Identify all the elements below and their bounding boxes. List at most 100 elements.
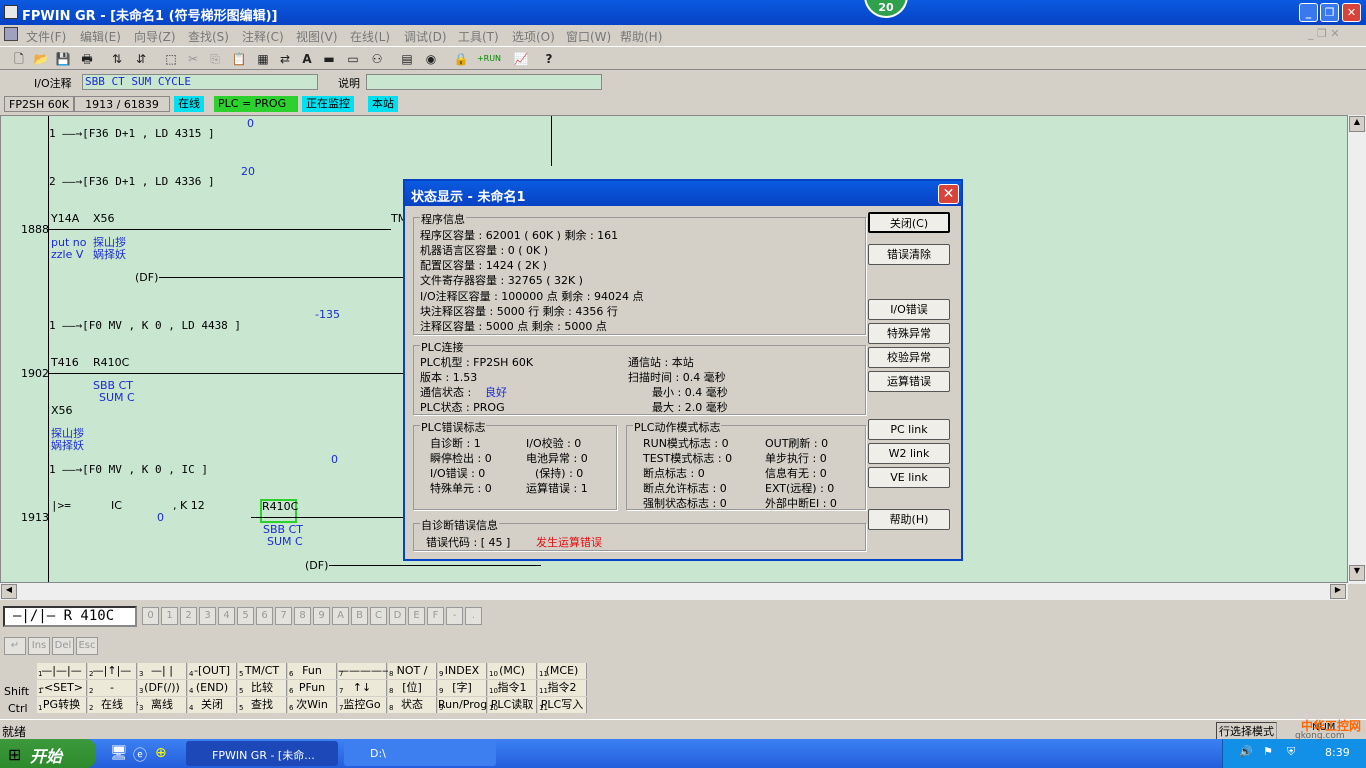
fkey-row1-10[interactable]: (MC) 10 xyxy=(488,663,537,679)
task-fpwin[interactable]: FPWIN GR - [未命... xyxy=(186,741,338,766)
pc-link-button[interactable]: PC link xyxy=(868,419,950,440)
key-7[interactable]: 7 xyxy=(275,607,292,625)
menu-edit[interactable]: 编辑(E) xyxy=(80,28,121,45)
operation-error-button[interactable]: 运算错误 xyxy=(868,371,950,392)
rung-line-1[interactable]: 1 ——→[F36 D+1 , LD 4315 ] xyxy=(49,128,215,140)
run-icon[interactable]: +RUN xyxy=(476,50,502,68)
key-dot[interactable]: . xyxy=(465,607,482,625)
network-icon[interactable]: ⚑ xyxy=(1263,745,1273,758)
fkey-row2-4[interactable]: (END) 4 xyxy=(188,680,237,696)
ins-key[interactable]: Ins xyxy=(28,637,50,655)
task-explorer[interactable]: D:\ xyxy=(344,741,496,766)
compare-instruction[interactable]: |>= xyxy=(51,500,71,512)
volume-icon[interactable]: 🔊 xyxy=(1239,745,1253,758)
menu-window[interactable]: 窗口(W) xyxy=(566,28,611,45)
contact-x56b[interactable]: X56 xyxy=(51,405,73,417)
paste-icon[interactable]: 📋 xyxy=(230,50,248,68)
fkey-row3-10[interactable]: PLC读取 10 xyxy=(488,697,537,713)
fkey-row3-9[interactable]: Run/Prog 9 xyxy=(438,697,487,713)
fkey-row3-11[interactable]: PLC写入 11 xyxy=(538,697,587,713)
fkey-row1-11[interactable]: (MCE) 11 xyxy=(538,663,587,679)
scroll-left-icon[interactable]: ◀ xyxy=(1,584,17,599)
fkey-row2-10[interactable]: 指令1 10 xyxy=(488,680,537,696)
horizontal-scrollbar[interactable]: ◀ ▶ xyxy=(0,583,1348,600)
compare-operand-ic[interactable]: IC xyxy=(111,500,122,512)
w2-link-button[interactable]: W2 link xyxy=(868,443,950,464)
menu-file[interactable]: 文件(F) xyxy=(26,28,66,45)
ie-icon[interactable]: ⓔ xyxy=(133,745,147,765)
contact-t416[interactable]: T416 xyxy=(51,357,79,369)
key-1[interactable]: 1 xyxy=(161,607,178,625)
contact-y14a[interactable]: Y14A xyxy=(51,213,79,225)
menu-view[interactable]: 视图(V) xyxy=(296,28,338,45)
menu-options[interactable]: 选项(O) xyxy=(512,28,555,45)
fkey-row2-7[interactable]: ↑↓ 7 xyxy=(338,680,387,696)
dialog-close-icon[interactable]: ✕ xyxy=(938,184,959,204)
chart-icon[interactable]: 📈 xyxy=(512,50,530,68)
key-6[interactable]: 6 xyxy=(256,607,273,625)
del-key[interactable]: Del xyxy=(52,637,74,655)
menu-help[interactable]: 帮助(H) xyxy=(620,28,662,45)
key-e[interactable]: E xyxy=(408,607,425,625)
fkey-row2-3[interactable]: (DF(/)) 3 xyxy=(138,680,187,696)
fkey-row3-2[interactable]: 在线 2 xyxy=(88,697,137,713)
text-icon[interactable]: A xyxy=(298,50,316,68)
contact-x56[interactable]: X56 xyxy=(93,213,115,225)
key-3[interactable]: 3 xyxy=(199,607,216,625)
io-error-button[interactable]: I/O错误 xyxy=(868,299,950,320)
fkey-row2-11[interactable]: 指令2 11 xyxy=(538,680,587,696)
security-icon[interactable]: ⛨ xyxy=(1287,745,1295,759)
clear-error-button[interactable]: 错误清除 xyxy=(868,244,950,265)
esc-key[interactable]: Esc xyxy=(76,637,98,655)
verify-error-button[interactable]: 校验异常 xyxy=(868,347,950,368)
menu-comment[interactable]: 注释(C) xyxy=(242,28,284,45)
key-minus[interactable]: - xyxy=(446,607,463,625)
contact-r410c-2[interactable]: R410C xyxy=(262,501,298,513)
key-2[interactable]: 2 xyxy=(180,607,197,625)
fkey-row1-7[interactable]: ————— 7 xyxy=(338,663,393,679)
menu-online[interactable]: 在线(L) xyxy=(350,28,390,45)
menu-wizard[interactable]: 向导(Z) xyxy=(134,28,176,45)
fkey-row2-5[interactable]: 比较 5 xyxy=(238,680,287,696)
restore-button[interactable]: ❐ xyxy=(1320,3,1339,22)
fkey-row2-1[interactable]: -<SET> 1 xyxy=(37,680,87,696)
df-instruction-1[interactable]: (DF) xyxy=(135,272,158,284)
binoculars-icon[interactable]: ⚇ xyxy=(368,50,386,68)
key-c[interactable]: C xyxy=(370,607,387,625)
fkey-row1-1[interactable]: —|—|— 1 xyxy=(37,663,87,679)
instruction-input[interactable]: —|/|— R 410C xyxy=(3,606,137,627)
download-icon[interactable]: ⇵ xyxy=(132,50,150,68)
fkey-row3-4[interactable]: 关闭 4 xyxy=(188,697,237,713)
fkey-row2-9[interactable]: [字] 9 xyxy=(438,680,487,696)
special-error-button[interactable]: 特殊异常 xyxy=(868,323,950,344)
key-a[interactable]: A xyxy=(332,607,349,625)
fkey-row1-5[interactable]: TM/CT 5 xyxy=(238,663,287,679)
rung-line-4[interactable]: 1 ——→[F0 MV , K 0 , IC ] xyxy=(49,464,208,476)
contact-r410c[interactable]: R410C xyxy=(93,357,129,369)
print-icon[interactable]: 🖶 xyxy=(78,50,96,68)
key-9[interactable]: 9 xyxy=(313,607,330,625)
key-5[interactable]: 5 xyxy=(237,607,254,625)
rung-line-2[interactable]: 2 ——→[F36 D+1 , LD 4336 ] xyxy=(49,176,215,188)
fkey-row3-5[interactable]: 查找 5 xyxy=(238,697,287,713)
ve-link-button[interactable]: VE link xyxy=(868,467,950,488)
fkey-row3-6[interactable]: 次Win 6 xyxy=(288,697,337,713)
fkey-row3-8[interactable]: 状态 8 xyxy=(388,697,437,713)
fkey-row2-2[interactable]: -<RESET>2 xyxy=(88,680,142,710)
key-8[interactable]: 8 xyxy=(294,607,311,625)
fkey-row2-8[interactable]: [位] 8 xyxy=(388,680,437,696)
quicklaunch-icon[interactable]: ⊕ xyxy=(155,745,167,761)
upload-icon[interactable]: ⇅ xyxy=(108,50,126,68)
fkey-row1-8[interactable]: NOT /8 xyxy=(388,663,437,679)
rung-line-3[interactable]: 1 ——→[F0 MV , K 0 , LD 4438 ] xyxy=(49,320,241,332)
cut-icon[interactable]: ✂ xyxy=(184,50,202,68)
fkey-row1-2[interactable]: —|↑|— 2 xyxy=(88,663,137,679)
close-dialog-button[interactable]: 关闭(C) xyxy=(868,212,950,233)
key-0[interactable]: 0 xyxy=(142,607,159,625)
menu-tools[interactable]: 工具(T) xyxy=(458,28,499,45)
fkey-row1-6[interactable]: Fun 6 xyxy=(288,663,337,679)
new-icon[interactable]: 🗋 xyxy=(10,50,28,68)
fkey-row3-1[interactable]: PG转换 1 xyxy=(37,697,87,713)
lock-icon[interactable]: 🔒 xyxy=(452,50,470,68)
enter-key[interactable]: ↵ xyxy=(4,637,26,655)
